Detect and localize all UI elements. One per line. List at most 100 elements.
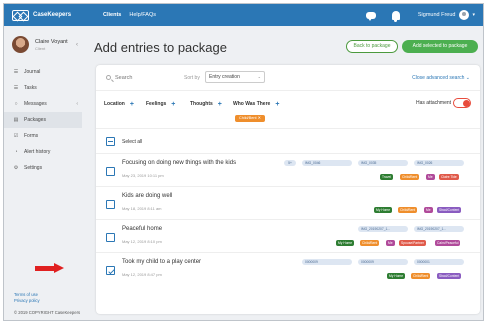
sidebar-item-settings[interactable]: ⚙ Settings	[4, 160, 82, 176]
search-input[interactable]	[115, 73, 175, 82]
list-item[interactable]: Kids are doing well May 18, 2019 8:11 am…	[96, 187, 480, 220]
chevron-down-icon[interactable]: ▾	[472, 12, 475, 18]
filter-label: Who Was There	[233, 101, 271, 107]
add-selected-button[interactable]: Add selected to package	[402, 40, 478, 53]
entry-title: Took my child to a play center	[122, 259, 202, 265]
filter-thoughts[interactable]: Thoughts +	[190, 101, 222, 108]
filter-who-was-there[interactable]: Who Was There +	[233, 101, 279, 108]
sort-select[interactable]: Entry creation ⌄	[205, 71, 265, 83]
sidebar-item-label: Alert history	[24, 149, 51, 155]
nav-clients[interactable]: Clients	[103, 12, 121, 18]
tasks-icon: ☰	[13, 85, 19, 91]
attachment-file[interactable]: IMG_0035	[358, 160, 408, 166]
attachment-file[interactable]: 0000009	[302, 259, 352, 265]
tag-badge: My Home	[336, 240, 355, 246]
sidebar-item-label: Forms	[24, 133, 39, 139]
close-advanced-search-link[interactable]: Close advanced search ⌄	[412, 75, 470, 81]
list-item[interactable]: Peaceful home May 12, 2019 8:10 pm IMG_2…	[96, 220, 480, 253]
sidebar-item-label: Journal	[24, 69, 41, 75]
user-avatar-icon[interactable]	[459, 10, 470, 20]
filter-location[interactable]: Location +	[104, 101, 134, 108]
chevron-left-icon: ‹	[76, 101, 78, 107]
tag-badge: My Home	[387, 273, 406, 279]
tag-badge: Travel	[380, 174, 394, 180]
sidebar-item-alert-history[interactable]: ◔ Alert history	[4, 144, 82, 160]
sidebar-item-forms[interactable]: ☑ Forms	[4, 128, 82, 144]
sidebar-item-label: Packages	[24, 117, 46, 123]
package-icon: ▤	[13, 117, 19, 123]
select-all-row: Select all	[96, 129, 480, 154]
plus-icon[interactable]: +	[218, 101, 222, 108]
privacy-link[interactable]: Privacy policy	[14, 298, 40, 304]
sidebar-item-packages[interactable]: ▤ Packages	[4, 112, 82, 128]
top-navbar: CaseKeepers Clients Help/FAQs Sigmund Fr…	[4, 4, 483, 26]
attachment-file[interactable]: 0000009	[358, 259, 408, 265]
has-attachment-toggle[interactable]	[453, 98, 471, 108]
tag-badge: Child/Bent	[360, 240, 380, 246]
copyright: © 2019 COPYRIGHT CaseKeepers	[14, 310, 81, 315]
app-window: CaseKeepers Clients Help/FAQs Sigmund Fr…	[3, 3, 484, 321]
bell-icon[interactable]	[391, 10, 400, 22]
sidebar-menu: ☰ Journal ☰ Tasks ○ Messages ‹ ▤ Package…	[4, 64, 82, 176]
sidebar: Claire Voyant Client ‹ ☰ Journal ☰ Tasks…	[4, 26, 82, 320]
has-attachment-label: Has attachment	[416, 100, 452, 106]
tag-badge: Spouse/Partner	[399, 240, 426, 246]
filter-label: Thoughts	[190, 101, 213, 107]
gear-icon: ⚙	[13, 165, 19, 171]
tag-badge: Sbad/Content	[437, 273, 462, 279]
select-all-label: Select all	[122, 139, 143, 145]
attachment-file[interactable]: 0000001	[414, 259, 464, 265]
tag-badge: Me	[426, 174, 435, 180]
client-profile[interactable]: Claire Voyant Client	[4, 26, 82, 53]
filter-label: Feelings	[146, 101, 167, 107]
chat-icon[interactable]	[365, 11, 376, 21]
alert-icon: ◔	[14, 149, 18, 155]
chevron-left-icon[interactable]: ‹	[76, 42, 78, 48]
filter-chip[interactable]: Child/Bent ✕	[235, 115, 265, 122]
entry-title: Kids are doing well	[122, 193, 173, 199]
list-item[interactable]: Focusing on doing new things with the ki…	[96, 154, 480, 187]
more-files-badge[interactable]: 5+	[284, 160, 296, 166]
top-nav: Clients Help/FAQs	[103, 12, 164, 18]
list-item[interactable]: Took my child to a play center May 12, 2…	[96, 253, 480, 286]
sidebar-item-tasks[interactable]: ☰ Tasks	[4, 80, 82, 96]
attachment-file[interactable]: IMG_0026	[414, 160, 464, 166]
entries-panel: Sort by Entry creation ⌄ Close advanced …	[96, 65, 480, 314]
plus-icon[interactable]: +	[171, 101, 175, 108]
tag-badge: Me	[424, 207, 433, 213]
plus-icon[interactable]: +	[130, 101, 134, 108]
plus-icon[interactable]: +	[275, 101, 279, 108]
page-title: Add entries to package	[94, 40, 227, 55]
entry-checkbox[interactable]	[106, 167, 115, 176]
select-all-checkbox[interactable]	[106, 137, 115, 146]
sort-value: Entry creation	[209, 74, 240, 80]
tag-badge: Claire Tide	[439, 174, 459, 180]
entry-checkbox[interactable]	[106, 233, 115, 242]
attachment-file[interactable]: IMG_20190207_1...	[358, 226, 408, 232]
sidebar-item-journal[interactable]: ☰ Journal	[4, 64, 82, 80]
sort-label: Sort by	[184, 75, 200, 81]
sidebar-footer: Terms of use Privacy policy	[14, 292, 40, 304]
search-icon	[106, 75, 111, 80]
attachment-file[interactable]: IMG_20190207_1...	[414, 226, 464, 232]
profile-name: Claire Voyant	[35, 38, 68, 45]
entry-date: May 23, 2019 10:11 pm	[122, 173, 164, 178]
entry-checkbox[interactable]	[106, 200, 115, 209]
entry-date: May 12, 2019 8:47 pm	[122, 272, 162, 277]
tag-badge: Child/Bent	[411, 273, 431, 279]
form-icon: ☑	[13, 133, 19, 139]
entry-date: May 18, 2019 8:11 am	[122, 206, 162, 211]
sidebar-item-messages[interactable]: ○ Messages ‹	[4, 96, 82, 112]
avatar	[12, 36, 29, 53]
search-row: Sort by Entry creation ⌄ Close advanced …	[96, 65, 480, 91]
back-to-package-button[interactable]: Back to package	[346, 40, 398, 53]
user-name[interactable]: Sigmund Freud	[418, 12, 456, 18]
logo[interactable]: CaseKeepers	[12, 9, 71, 21]
sidebar-item-label: Settings	[24, 165, 43, 171]
entry-checkbox[interactable]	[106, 266, 115, 275]
attachment-file[interactable]: IMG_0046	[302, 160, 352, 166]
filter-chip-label: Child/Bent	[239, 116, 257, 120]
nav-help-faqs[interactable]: Help/FAQs	[129, 12, 156, 18]
filter-feelings[interactable]: Feelings +	[146, 101, 175, 108]
top-right-controls: Sigmund Freud ▾	[365, 4, 475, 26]
